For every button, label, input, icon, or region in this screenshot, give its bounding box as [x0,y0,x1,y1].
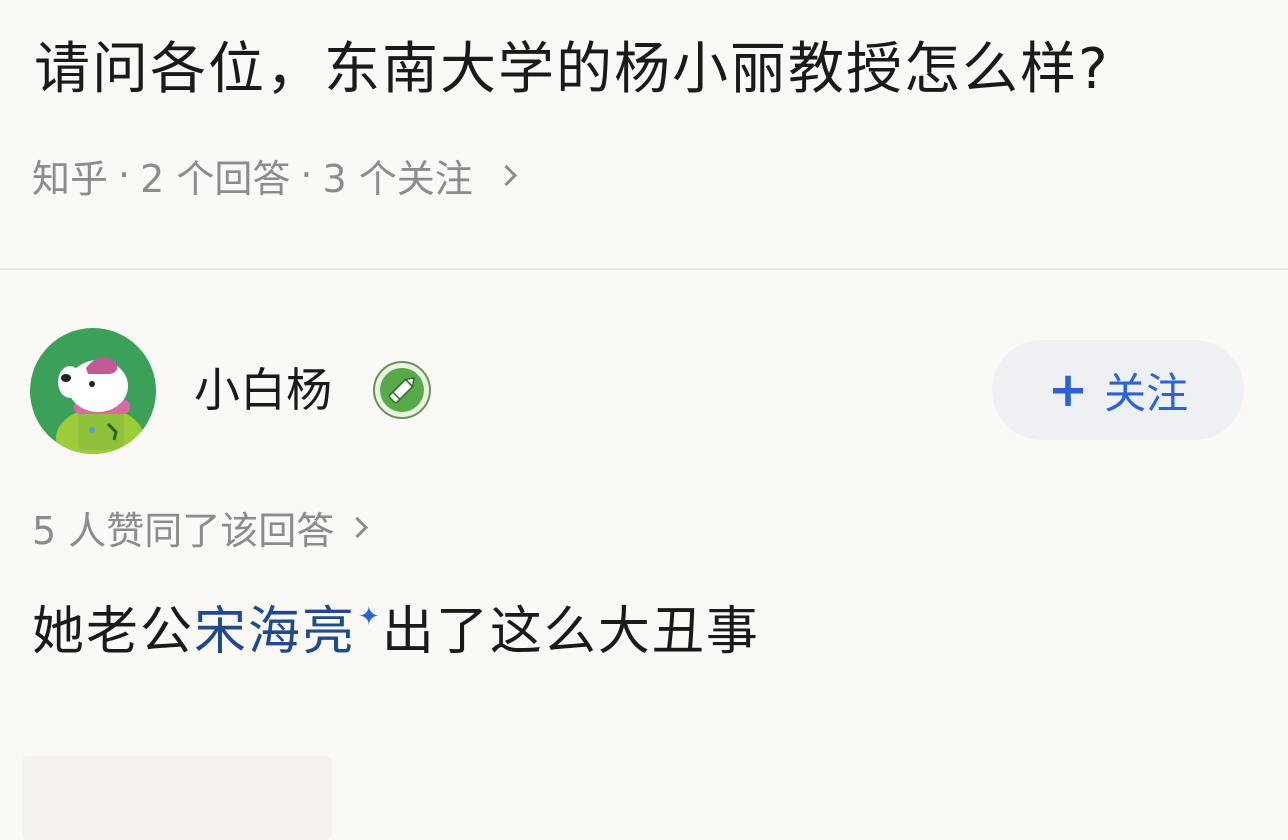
answer-count: 2 个回答 [140,156,291,201]
answer-content: 她老公宋海亮✦出了这么大丑事 [32,596,760,677]
pencil-badge-icon[interactable] [372,360,432,420]
avatar[interactable] [30,328,156,454]
chevron-right-icon [495,164,517,186]
source-label: 知乎 [32,156,109,201]
answer-text-before: 她老公 [32,602,195,662]
action-bar-placeholder [22,756,332,840]
meta-separator: · [118,153,131,197]
meta-separator: · [300,153,313,197]
mention-link[interactable]: 宋海亮 [194,602,356,662]
sparkle-icon: ✦ [358,602,380,632]
answer-text-after: 出了这么大丑事 [381,602,760,662]
follow-label: 关注 [1104,368,1189,418]
author-name[interactable]: 小白杨 [194,360,332,420]
follower-count: 3 个关注 [322,156,473,201]
plus-icon: + [1047,362,1089,418]
upvote-count-text: 5 人赞同了该回答 [32,508,335,553]
question-meta[interactable]: 知乎 · 2 个回答 · 3 个关注 [32,148,517,202]
answer-page: 请问各位，东南大学的杨小丽教授怎么样? 知乎 · 2 个回答 · 3 个关注 小… [0,0,1288,840]
divider [0,268,1288,270]
follow-button[interactable]: + 关注 [992,340,1244,440]
cartoon-dog-avatar-icon [30,328,156,454]
chevron-right-icon [347,516,369,538]
author-row: 小白杨 + 关注 [30,328,1260,454]
question-title[interactable]: 请问各位，东南大学的杨小丽教授怎么样? [34,30,1110,110]
upvote-summary[interactable]: 5 人赞同了该回答 [32,500,369,554]
